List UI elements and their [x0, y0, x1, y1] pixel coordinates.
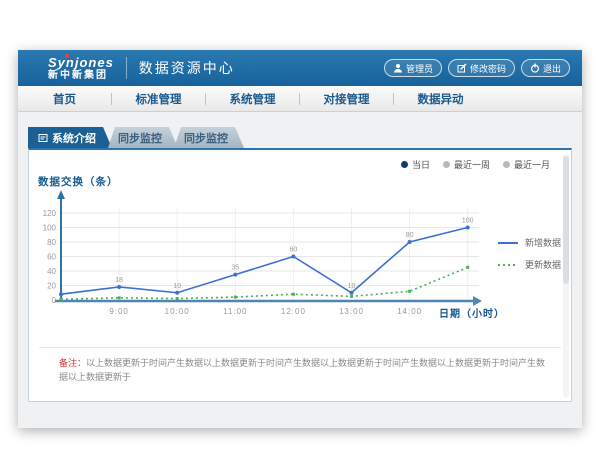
y-axis-title: 数据交换（条） — [38, 174, 119, 189]
filter-label: 当日 — [412, 158, 430, 171]
nav-item-2[interactable]: 系统管理 — [206, 91, 299, 107]
svg-text:20: 20 — [47, 282, 56, 291]
main-nav: 首页标准管理系统管理对接管理数据异动 — [18, 86, 582, 112]
nav-item-3[interactable]: 对接管理 — [300, 91, 393, 107]
tab-label: 系统介绍 — [52, 130, 96, 146]
line-chart: 0204060801001209:0010:0011:0012:0013:001… — [43, 188, 543, 328]
user-icon — [393, 63, 403, 73]
footnote-text: 以上数据更新于时间产生数据以上数据更新于时间产生数据以上数据更新于时间产生数据以… — [59, 358, 545, 382]
svg-text:40: 40 — [47, 267, 56, 276]
app-title: 数据资源中心 — [139, 58, 235, 78]
svg-text:11:00: 11:00 — [223, 307, 247, 316]
chart-panel: 当日最近一周最近一月 数据交换（条） 0204060801001209:0010… — [28, 148, 572, 402]
change-password-button[interactable]: 修改密码 — [448, 59, 515, 77]
time-filter-2[interactable]: 最近一月 — [503, 158, 550, 171]
svg-text:60: 60 — [47, 253, 56, 262]
filter-label: 最近一月 — [514, 158, 550, 171]
svg-text:10:00: 10:00 — [165, 307, 190, 316]
legend-line-sample — [497, 239, 519, 247]
svg-text:12:00: 12:00 — [281, 307, 306, 316]
tab-bar: 系统介绍 同步监控 同步监控 — [28, 127, 244, 148]
svg-text:100: 100 — [462, 218, 474, 225]
document-icon — [38, 133, 48, 143]
legend-label: 新增数据 — [525, 236, 561, 249]
svg-text:13:00: 13:00 — [339, 307, 364, 316]
tab-2[interactable]: 同步监控 — [174, 127, 244, 148]
svg-text:80: 80 — [47, 238, 56, 247]
legend-item-1[interactable]: 更新数据 — [497, 258, 561, 271]
radio-dot — [443, 161, 450, 168]
logout-button[interactable]: 退出 — [521, 59, 570, 77]
time-filter-0[interactable]: 当日 — [401, 158, 430, 171]
time-filter-1[interactable]: 最近一周 — [443, 158, 490, 171]
filter-label: 最近一周 — [454, 158, 490, 171]
logo-dot — [65, 54, 69, 58]
panel-scrollbar[interactable] — [563, 154, 569, 398]
footnote: 备注：以上数据更新于时间产生数据以上数据更新于时间产生数据以上数据更新于时间产生… — [59, 357, 551, 384]
legend-label: 更新数据 — [525, 258, 561, 271]
svg-text:100: 100 — [43, 224, 57, 233]
svg-text:14:00: 14:00 — [397, 307, 422, 316]
tab-label: 同步监控 — [118, 130, 162, 146]
app-window: Synjones 新中新集团 数据资源中心 管理员修改密码退出 首页标准管理系统… — [18, 50, 582, 428]
nav-item-4[interactable]: 数据异动 — [394, 91, 487, 107]
svg-text:120: 120 — [43, 209, 57, 218]
header-divider — [126, 57, 127, 79]
company-logo: Synjones 新中新集团 — [48, 56, 114, 81]
button-label: 修改密码 — [470, 62, 506, 75]
scrollbar-thumb[interactable] — [563, 156, 569, 284]
button-label: 管理员 — [406, 62, 433, 75]
svg-text:35: 35 — [231, 265, 239, 272]
svg-text:9:00: 9:00 — [109, 307, 129, 316]
legend-line-sample — [497, 261, 519, 269]
content-area: 系统介绍同步监控同步监控 当日最近一周最近一月 数据交换（条） 02040608… — [18, 112, 582, 428]
edit-icon — [457, 63, 467, 73]
logo-secondary: 新中新集团 — [48, 71, 114, 81]
legend-item-0[interactable]: 新增数据 — [497, 236, 561, 249]
note-divider — [39, 347, 561, 348]
svg-text:10: 10 — [173, 283, 181, 290]
nav-item-0[interactable]: 首页 — [18, 91, 111, 107]
time-filter-group: 当日 最近一周 最近一月 — [401, 158, 550, 171]
user-button[interactable]: 管理员 — [384, 59, 442, 77]
svg-text:18: 18 — [115, 277, 123, 284]
tab-1[interactable]: 同步监控 — [108, 127, 178, 148]
tab-0[interactable]: 系统介绍 — [28, 127, 112, 148]
svg-text:10: 10 — [348, 283, 356, 290]
svg-text:60: 60 — [290, 247, 298, 254]
svg-text:80: 80 — [406, 232, 414, 239]
header-actions: 管理员 修改密码 退出 — [384, 59, 570, 77]
app-header: Synjones 新中新集团 数据资源中心 管理员 修改密码 退出 — [18, 50, 582, 86]
footnote-prefix: 备注： — [59, 358, 86, 368]
power-icon — [530, 63, 540, 73]
nav-item-1[interactable]: 标准管理 — [112, 91, 205, 107]
radio-dot — [401, 161, 408, 168]
chart-legend: 新增数据更新数据 — [497, 236, 561, 271]
logo-primary: Synjones — [48, 56, 114, 69]
tab-label: 同步监控 — [184, 130, 228, 146]
button-label: 退出 — [543, 62, 561, 75]
svg-text:日期（小时）: 日期（小时） — [439, 307, 505, 320]
radio-dot — [503, 161, 510, 168]
